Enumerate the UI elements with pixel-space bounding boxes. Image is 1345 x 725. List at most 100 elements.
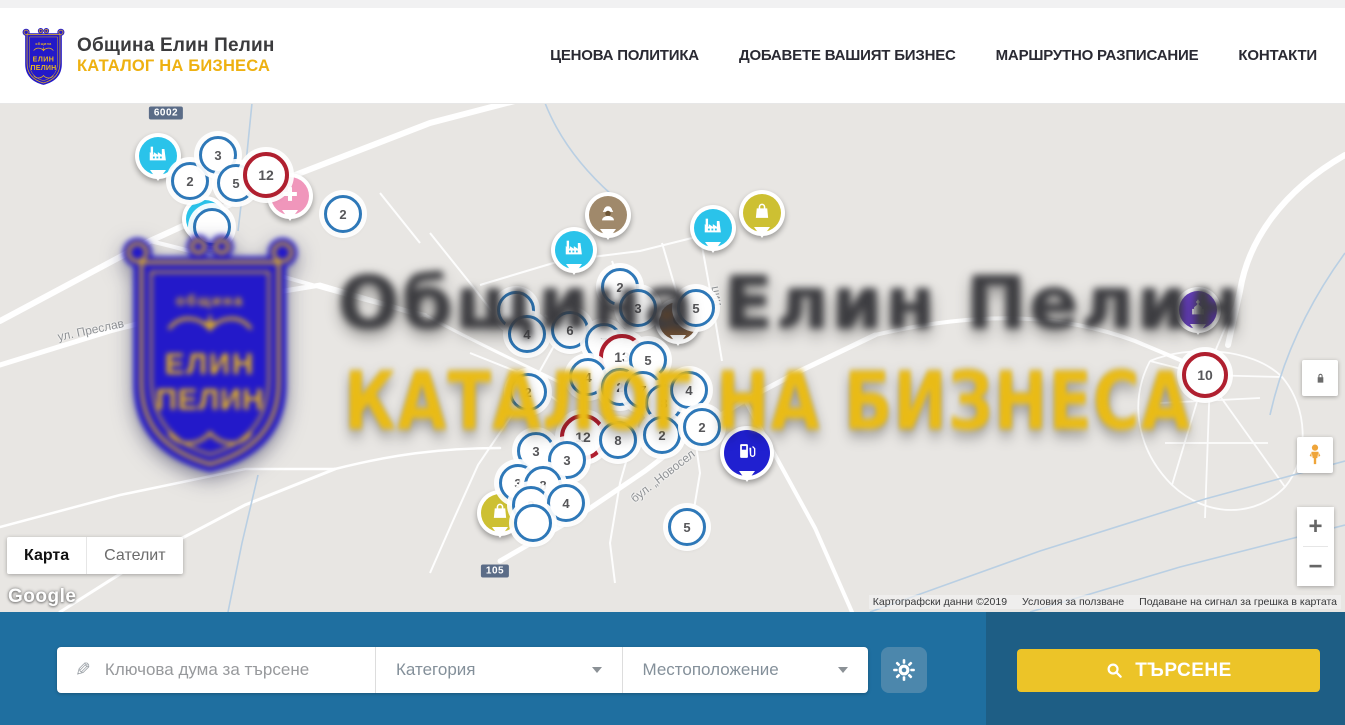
cluster-count: 2 (658, 428, 665, 443)
zoom-control: + − (1297, 507, 1334, 586)
cluster-marker[interactable]: 4 (670, 371, 708, 409)
cluster-count: 3 (563, 453, 570, 468)
keyword-field-wrap: ✎ (57, 647, 375, 693)
municipality-crest-logo (20, 25, 67, 87)
cluster-count: 6 (566, 323, 573, 338)
cluster-marker[interactable]: 4 (508, 315, 546, 353)
cluster-count: 10 (1197, 367, 1213, 383)
search-button-label: ТЪРСЕНЕ (1135, 660, 1232, 682)
cluster-count: 8 (614, 433, 621, 448)
map-type-map-button[interactable]: Карта (7, 537, 86, 574)
cluster-count: 3 (214, 148, 221, 163)
cluster-count: 3 (532, 444, 539, 459)
cluster-count: 2 (524, 385, 531, 400)
attribution-report-error-link[interactable]: Подаване на сигнал за грешка в картата (1139, 596, 1337, 608)
cluster-marker[interactable]: 2 (643, 416, 681, 454)
category-select-label: Категория (396, 660, 475, 680)
cluster-count: 12 (575, 429, 591, 445)
chevron-down-icon (838, 667, 848, 673)
site-title: Община Елин Пелин (77, 35, 275, 57)
cluster-count: 3 (634, 301, 641, 316)
top-strip (0, 0, 1345, 8)
chevron-down-icon (592, 667, 602, 673)
cluster-marker[interactable]: 5 (677, 289, 715, 327)
search-button[interactable]: ТЪРСЕНЕ (1017, 649, 1320, 692)
cluster-marker[interactable] (193, 208, 231, 246)
cluster-count: 5 (232, 176, 239, 191)
cluster-count: 2 (616, 280, 623, 295)
keyword-input[interactable] (103, 659, 375, 681)
church-pin[interactable] (1175, 287, 1221, 333)
cluster-count: 13 (614, 349, 630, 365)
map-canvas[interactable]: 2351222354671354278421282233383451060021… (0, 103, 1345, 612)
cluster-count: 4 (562, 496, 569, 511)
construction-worker-pin[interactable] (585, 192, 631, 238)
map-attribution: Картографски данни ©2019 Условия за полз… (869, 595, 1341, 609)
cluster-marker[interactable]: 8 (599, 421, 637, 459)
advanced-search-gear-button[interactable] (881, 647, 927, 693)
cluster-marker[interactable]: 4 (547, 484, 585, 522)
cluster-count: 12 (258, 167, 274, 183)
nav-item-add-business[interactable]: ДОБАВЕТЕ ВАШИЯТ БИЗНЕС (739, 47, 956, 64)
cluster-count: 4 (523, 327, 530, 342)
cluster-marker[interactable]: 6 (551, 311, 589, 349)
road-number-badge: 105 (481, 565, 509, 578)
site-subtitle: КАТАЛОГ НА БИЗНЕСА (77, 57, 275, 76)
factory-icon (702, 215, 724, 242)
cluster-count: 8 (660, 396, 667, 411)
cluster-marker[interactable]: 2 (509, 373, 547, 411)
attribution-terms-link[interactable]: Условия за ползване (1022, 596, 1124, 608)
category-select[interactable]: Категория (376, 647, 622, 693)
lock-icon (1313, 371, 1328, 386)
attribution-map-data: Картографски данни ©2019 (873, 596, 1007, 608)
fullscreen-lock-button[interactable] (1302, 360, 1338, 396)
map-type-control: Карта Сателит (7, 537, 183, 574)
brand[interactable]: Община Елин Пелин КАТАЛОГ НА БИЗНЕСА (20, 25, 275, 87)
google-logo[interactable]: Google (8, 586, 76, 608)
zoom-in-button[interactable]: + (1297, 507, 1334, 546)
brand-text: Община Елин Пелин КАТАЛОГ НА БИЗНЕСА (77, 35, 275, 76)
cluster-marker[interactable]: 5 (668, 508, 706, 546)
factory-pin[interactable] (551, 227, 597, 273)
shopping-bag-icon (751, 200, 773, 227)
location-select[interactable]: Местоположение (623, 647, 869, 693)
factory-icon (563, 237, 585, 264)
shopping-bag-pin[interactable] (739, 190, 785, 236)
nav-item-pricing[interactable]: ЦЕНОВА ПОЛИТИКА (550, 47, 699, 64)
cluster-count: 4 (584, 370, 591, 385)
factory-pin[interactable] (690, 205, 736, 251)
cluster-count: 5 (683, 520, 690, 535)
nav-item-route-schedule[interactable]: МАРШРУТНО РАЗПИСАНИЕ (996, 47, 1199, 64)
fuel-pump-icon (736, 440, 758, 467)
location-select-label: Местоположение (643, 660, 779, 680)
factory-icon (147, 143, 169, 170)
cluster-count: 2 (186, 174, 193, 189)
street-view-pegman-button[interactable] (1297, 437, 1333, 473)
fuel-pump-pin[interactable] (720, 426, 774, 480)
nav-item-contacts[interactable]: КОНТАКТИ (1238, 47, 1317, 64)
cluster-marker[interactable]: 2 (324, 195, 362, 233)
gear-icon (891, 657, 917, 683)
church-icon (1187, 297, 1209, 324)
cluster-marker[interactable]: 10 (1182, 352, 1228, 398)
construction-worker-icon (597, 202, 619, 229)
main-nav: ЦЕНОВА ПОЛИТИКА ДОБАВЕТЕ ВАШИЯТ БИЗНЕС М… (550, 47, 1317, 64)
map-type-satellite-button[interactable]: Сателит (86, 537, 182, 574)
shopping-bag-icon (489, 500, 511, 527)
cluster-marker[interactable] (514, 504, 552, 542)
cluster-count: 2 (616, 380, 623, 395)
cluster-count: 4 (685, 383, 692, 398)
cluster-count: 2 (698, 420, 705, 435)
search-fields: ✎ Категория Местоположение (57, 647, 868, 693)
pegman-icon (1304, 442, 1326, 468)
cluster-count: 5 (692, 301, 699, 316)
zoom-out-button[interactable]: − (1297, 547, 1334, 586)
search-bar: ✎ Категория Местоположение (0, 612, 1345, 725)
road-number-badge: 6002 (149, 107, 183, 120)
pencil-icon: ✎ (75, 659, 91, 682)
header: Община Елин Пелин КАТАЛОГ НА БИЗНЕСА ЦЕН… (0, 8, 1345, 104)
cluster-marker[interactable]: 12 (243, 152, 289, 198)
cluster-marker[interactable]: 3 (619, 289, 657, 327)
cluster-marker[interactable]: 2 (683, 408, 721, 446)
cluster-count: 2 (339, 207, 346, 222)
